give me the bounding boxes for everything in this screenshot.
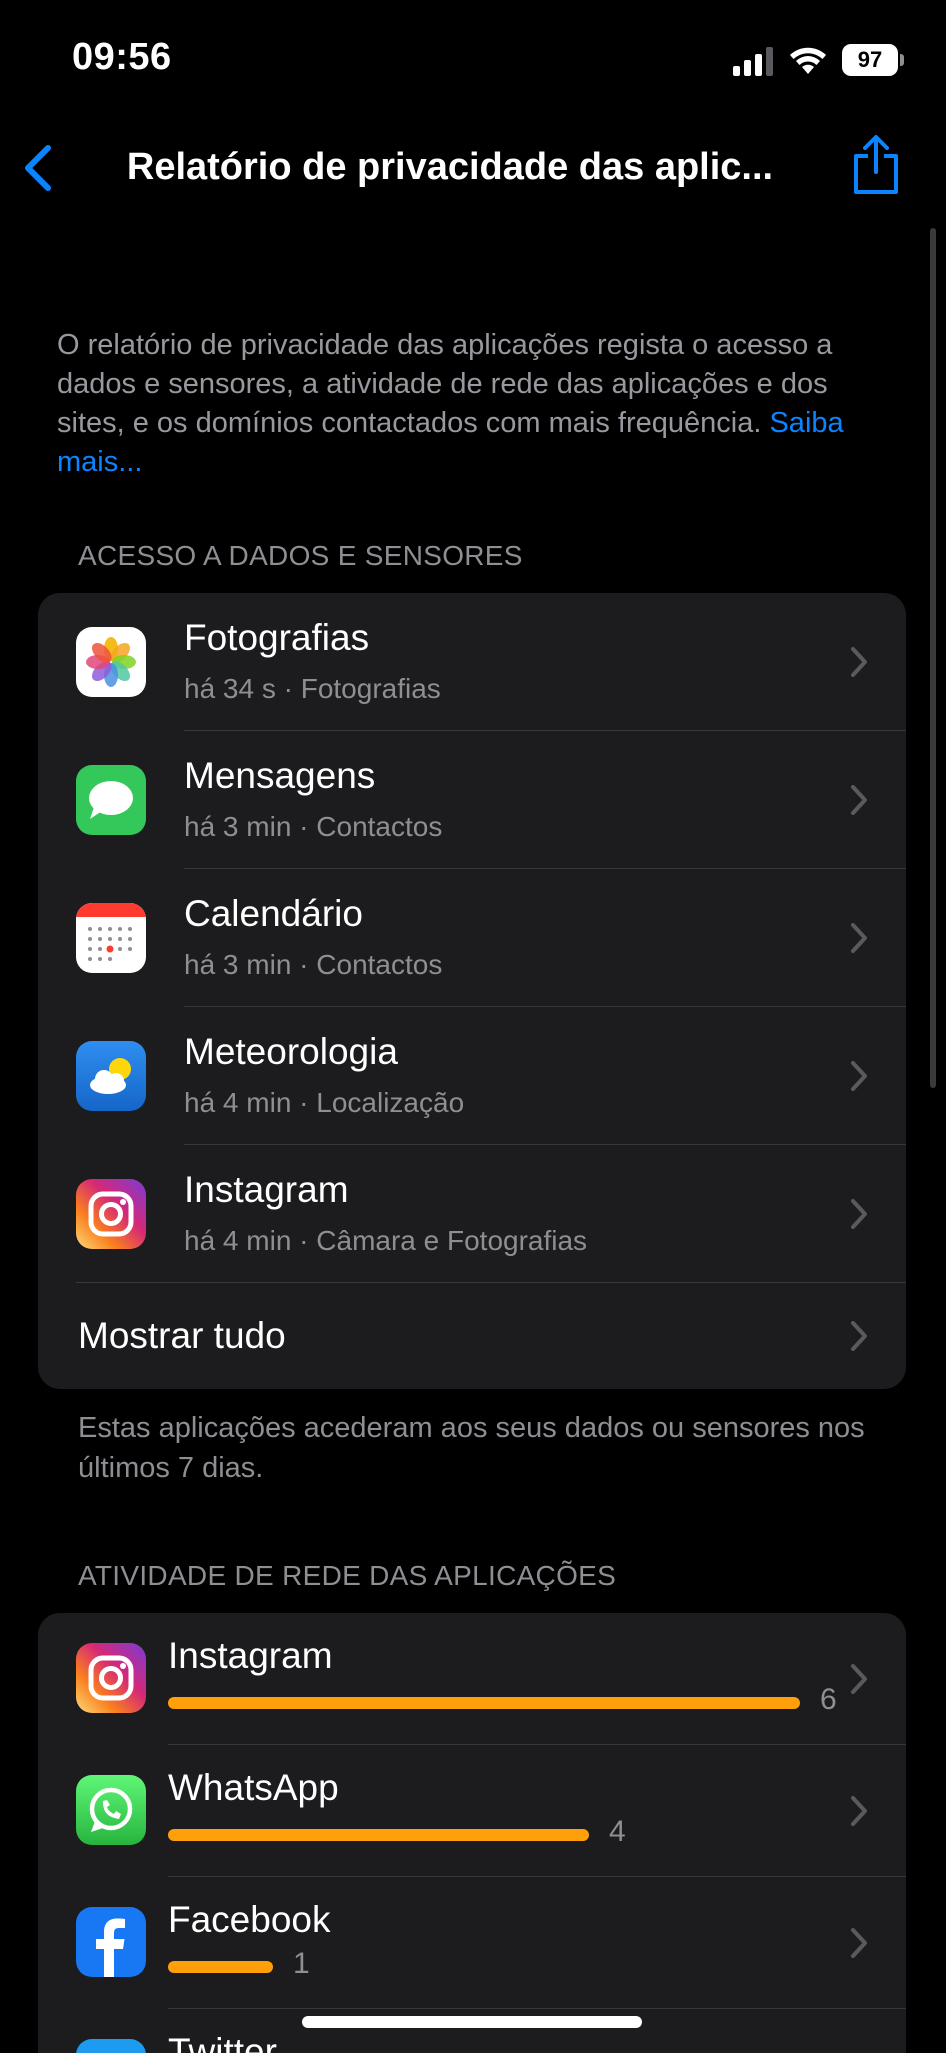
network-app-title: Facebook	[168, 1899, 331, 1940]
network-activity-bar	[168, 1829, 589, 1841]
instagram-app-icon	[76, 1179, 146, 1249]
data-access-subtitle: há 3 min · Contactos	[184, 811, 443, 842]
network-app-title: WhatsApp	[168, 1767, 339, 1808]
data-access-subtitle: há 4 min · Câmara e Fotografias	[184, 1225, 588, 1256]
network-activity-bar	[168, 1961, 273, 1973]
share-icon[interactable]	[850, 134, 902, 196]
chevron-right-icon	[851, 1796, 867, 1826]
show-all-label: Mostrar tudo	[78, 1315, 286, 1356]
data-access-subtitle: há 34 s · Fotografias	[184, 673, 441, 704]
data-access-row-weather[interactable]: Meteorologia há 4 min · Localização	[38, 1007, 906, 1145]
wifi-icon	[790, 47, 826, 74]
data-access-header: ACESSO A DADOS E SENSORES	[78, 540, 523, 571]
network-activity-header: ATIVIDADE DE REDE DAS APLICAÇÕES	[78, 1560, 617, 1591]
network-app-title: Twitter	[168, 2031, 277, 2053]
network-app-title: Instagram	[168, 1635, 333, 1676]
chevron-right-icon	[851, 1199, 867, 1229]
data-access-row-instagram[interactable]: Instagram há 4 min · Câmara e Fotografia…	[38, 1145, 906, 1283]
chevron-right-icon	[851, 647, 867, 677]
data-access-card: Fotografias há 34 s · Fotografias Mensag…	[38, 593, 906, 1389]
network-activity-count: 6	[820, 1683, 837, 1716]
data-access-footnote: Estas aplicações acederam aos seus dados…	[78, 1412, 865, 1484]
status-bar: 09:56 97	[0, 0, 946, 120]
network-activity-bar	[168, 1697, 800, 1709]
twitter-app-icon	[76, 2039, 146, 2053]
data-access-subtitle: há 4 min · Localização	[184, 1087, 465, 1118]
status-time: 09:56	[72, 36, 172, 78]
network-row-instagram[interactable]: Instagram 6	[38, 1613, 906, 1745]
data-access-title: Fotografias	[184, 617, 370, 658]
data-access-title: Instagram	[184, 1169, 349, 1210]
network-row-facebook[interactable]: Facebook 1	[38, 1877, 906, 2009]
chevron-right-icon	[851, 785, 867, 815]
photos-app-icon	[76, 627, 146, 697]
data-access-row-messages[interactable]: Mensagens há 3 min · Contactos	[38, 731, 906, 869]
messages-app-icon	[76, 765, 146, 835]
battery-tip	[900, 54, 904, 66]
cellular-signal-icon	[733, 47, 773, 76]
show-all-button[interactable]: Mostrar tudo	[38, 1283, 906, 1389]
chevron-left-icon[interactable]	[16, 140, 60, 196]
network-activity-count: 4	[609, 1815, 626, 1848]
data-access-row-calendar[interactable]: Calendário há 3 min · Contactos	[38, 869, 906, 1007]
instagram-app-icon	[76, 1643, 146, 1713]
facebook-app-icon	[76, 1907, 146, 1977]
chevron-right-icon	[851, 1664, 867, 1694]
intro-description: O relatório de privacidade das aplicaçõe…	[57, 329, 833, 439]
calendar-app-icon	[76, 903, 146, 973]
chevron-right-icon	[851, 1321, 867, 1351]
data-access-title: Calendário	[184, 893, 363, 934]
network-activity-card: Instagram 6 WhatsApp 4 Facebook 1 Twitte…	[38, 1613, 906, 2053]
data-access-title: Mensagens	[184, 755, 376, 796]
data-access-row-photos[interactable]: Fotografias há 34 s · Fotografias	[38, 593, 906, 731]
network-activity-count: 1	[293, 1947, 310, 1980]
data-access-subtitle: há 3 min · Contactos	[184, 949, 443, 980]
scroll-indicator[interactable]	[930, 228, 936, 1088]
home-indicator[interactable]	[302, 2016, 642, 2028]
chevron-right-icon	[851, 923, 867, 953]
network-row-whatsapp[interactable]: WhatsApp 4	[38, 1745, 906, 1877]
page-title: Relatório de privacidade das aplic...	[126, 146, 774, 188]
battery-indicator: 97	[842, 44, 898, 76]
whatsapp-app-icon	[76, 1775, 146, 1845]
data-access-title: Meteorologia	[184, 1031, 398, 1072]
weather-app-icon	[76, 1041, 146, 1111]
chevron-right-icon	[851, 1928, 867, 1958]
chevron-right-icon	[851, 1061, 867, 1091]
intro-text: O relatório de privacidade das aplicaçõe…	[57, 326, 897, 482]
